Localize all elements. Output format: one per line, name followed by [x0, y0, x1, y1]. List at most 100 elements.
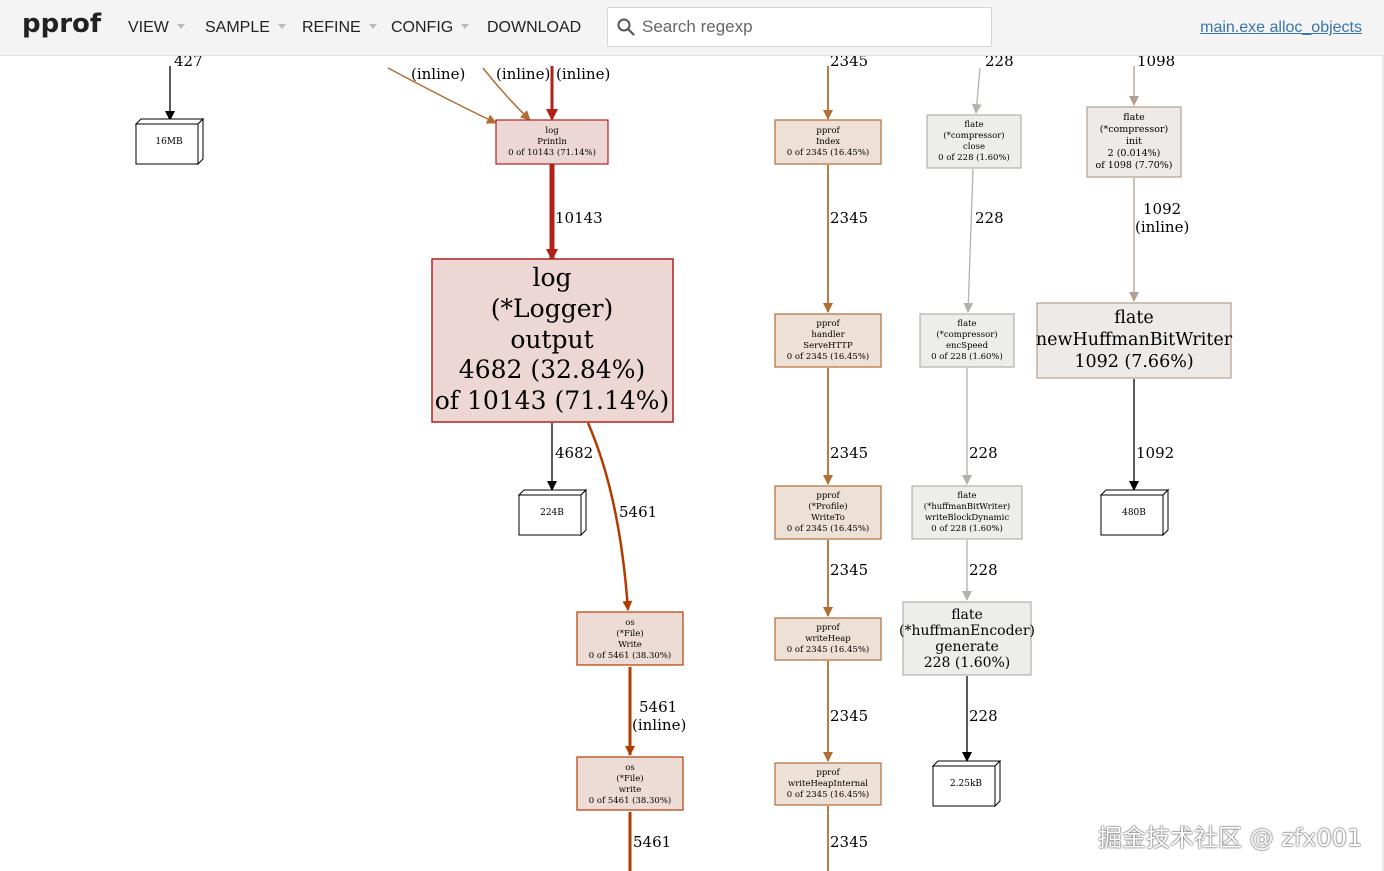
- menu-refine-label: REFINE: [302, 19, 361, 36]
- node-label: (*huffmanBitWriter): [924, 501, 1011, 512]
- node-label: pprof: [816, 623, 840, 633]
- node-label: encSpeed: [946, 341, 989, 351]
- node-label: WriteTo: [811, 513, 845, 523]
- node-label: Write: [618, 640, 642, 650]
- graph-node-flate-encspeed[interactable]: flate (*compressor) encSpeed 0 of 228 (1…: [919, 313, 1015, 368]
- graph-node-pprof-writeheap[interactable]: pprof writeHeap 0 of 2345 (16.45%): [774, 617, 882, 661]
- graph-node-os-file-write[interactable]: os (*File) Write 0 of 5461 (38.30%): [576, 611, 684, 666]
- graph-node-flate-close[interactable]: flate (*compressor) close 0 of 228 (1.60…: [926, 114, 1022, 169]
- toolbar: pprof VIEW SAMPLE REFINE CONFIG DOWNLOAD…: [0, 0, 1384, 56]
- menu-config[interactable]: CONFIG: [391, 19, 470, 37]
- graph-node-pprof-index[interactable]: pprof Index 0 of 2345 (16.45%): [774, 119, 882, 165]
- edge-label: 2345: [830, 56, 868, 70]
- caret-down-icon: [461, 24, 470, 29]
- edge-label: 2345: [830, 209, 868, 227]
- graph-node-pprof-writeheapinternal[interactable]: pprof writeHeapInternal 0 of 2345 (16.45…: [774, 762, 882, 806]
- node-label: 16MB: [155, 137, 183, 147]
- graph-node-pprof-handler[interactable]: pprof handler ServeHTTP 0 of 2345 (16.45…: [774, 313, 882, 368]
- app-logo[interactable]: pprof: [22, 9, 101, 39]
- edge-label: (inline): [496, 65, 550, 83]
- node-label: flate: [957, 319, 976, 329]
- node-label: writeHeapInternal: [788, 779, 868, 789]
- node-label: flate: [957, 491, 976, 501]
- node-label: (*File): [616, 628, 643, 639]
- menu-view-label: VIEW: [128, 19, 169, 36]
- graph-node-16mb[interactable]: 16MB: [134, 117, 205, 166]
- node-label: (*Logger): [491, 294, 613, 323]
- node-label: newHuffmanBitWriter: [1036, 330, 1233, 350]
- menu-download-label: DOWNLOAD: [487, 19, 582, 36]
- node-label: flate: [964, 120, 983, 130]
- graph-node-flate-generate[interactable]: flate (*huffmanEncoder) generate 228 (1.…: [899, 601, 1035, 676]
- call-graph[interactable]: 427 (inline) (inline) (inline) 10143 468…: [0, 56, 1384, 871]
- edge-close-encspeed[interactable]: [963, 168, 974, 313]
- watermark-text: 掘金技术社区 @ zfx001: [1098, 824, 1363, 852]
- node-label: write: [619, 785, 642, 795]
- node-label: (*huffmanEncoder): [899, 623, 1035, 639]
- node-label: 0 of 5461 (38.30%): [589, 650, 671, 661]
- edge-label: 1098: [1137, 56, 1175, 70]
- node-label: 0 of 228 (1.60%): [938, 152, 1010, 163]
- node-label: flate: [951, 607, 983, 623]
- edge-label: 2345: [830, 561, 868, 579]
- graph-node-flate-newhuffmanbitwriter[interactable]: flate newHuffmanBitWriter 1092 (7.66%): [1036, 302, 1233, 379]
- graph-node-pprof-writeto[interactable]: pprof (*Profile) WriteTo 0 of 2345 (16.4…: [774, 485, 882, 540]
- edge-label: 2345: [830, 833, 868, 851]
- graph-node-480b[interactable]: 480B: [1099, 488, 1170, 537]
- node-label: of 10143 (71.14%): [435, 386, 670, 415]
- graph-node-flate-writeblockdynamic[interactable]: flate (*huffmanBitWriter) writeBlockDyna…: [911, 485, 1023, 540]
- node-label: pprof: [816, 768, 840, 778]
- edge-label: 5461: [619, 503, 657, 521]
- node-label: writeHeap: [805, 634, 851, 644]
- node-label: 0 of 228 (1.60%): [931, 523, 1003, 534]
- menu-refine[interactable]: REFINE: [302, 19, 377, 37]
- profile-name-link[interactable]: main.exe alloc_objects: [1200, 19, 1362, 37]
- node-label: generate: [935, 639, 999, 655]
- edge-label: 5461: [639, 698, 677, 716]
- graph-node-logger-output[interactable]: log (*Logger) output 4682 (32.84%) of 10…: [431, 258, 674, 423]
- graph-node-225kb[interactable]: 2.25kB: [931, 759, 1002, 808]
- node-label: 0 of 228 (1.60%): [931, 351, 1003, 362]
- node-label: (*compressor): [943, 130, 1004, 141]
- edge-label: 5461: [633, 833, 671, 851]
- node-label: log: [545, 126, 559, 136]
- graph-node-224b[interactable]: 224B: [517, 488, 588, 537]
- node-label: Println: [537, 137, 567, 147]
- node-label: os: [625, 763, 634, 773]
- node-label: pprof: [816, 126, 840, 136]
- node-label: 0 of 2345 (16.45%): [787, 351, 869, 362]
- caret-down-icon: [368, 24, 377, 29]
- node-label: writeBlockDynamic: [925, 513, 1009, 523]
- edge-label: (inline): [1135, 218, 1189, 236]
- node-label: 224B: [540, 508, 564, 518]
- node-label: flate: [1123, 112, 1145, 123]
- edge-label: 427: [174, 56, 203, 70]
- edge-label: (inline): [556, 65, 610, 83]
- menu-download[interactable]: DOWNLOAD: [487, 19, 581, 37]
- edge-label: 228: [969, 707, 998, 725]
- edge-label: (inline): [411, 65, 465, 83]
- search-input[interactable]: [642, 16, 982, 38]
- graph-node-os-file-write-lower[interactable]: os (*File) write 0 of 5461 (38.30%): [576, 756, 684, 811]
- menu-sample[interactable]: SAMPLE: [205, 19, 286, 37]
- node-label: pprof: [816, 491, 840, 501]
- node-label: Index: [816, 137, 840, 147]
- node-label: 4682 (32.84%): [459, 355, 645, 384]
- node-label: 1092 (7.66%): [1074, 352, 1193, 372]
- node-label: init: [1126, 136, 1142, 147]
- menu-view[interactable]: VIEW: [128, 19, 185, 37]
- edge-close-top[interactable]: [971, 67, 982, 114]
- graph-node-log-println[interactable]: log Println 0 of 10143 (71.14%): [495, 119, 609, 165]
- edge-label: 228: [969, 561, 998, 579]
- node-label: 0 of 2345 (16.45%): [787, 789, 869, 800]
- node-label: log: [532, 263, 571, 292]
- edge-label: 2345: [830, 707, 868, 725]
- edges: [165, 66, 1139, 871]
- graph-node-flate-init[interactable]: flate (*compressor) init 2 (0.014%) of 1…: [1086, 106, 1182, 178]
- node-label: close: [963, 142, 985, 152]
- node-label: 228 (1.60%): [924, 655, 1011, 671]
- node-label: (*File): [616, 773, 643, 784]
- node-label: 2.25kB: [950, 779, 982, 789]
- search-box[interactable]: [607, 7, 992, 47]
- edge-label: 228: [975, 209, 1004, 227]
